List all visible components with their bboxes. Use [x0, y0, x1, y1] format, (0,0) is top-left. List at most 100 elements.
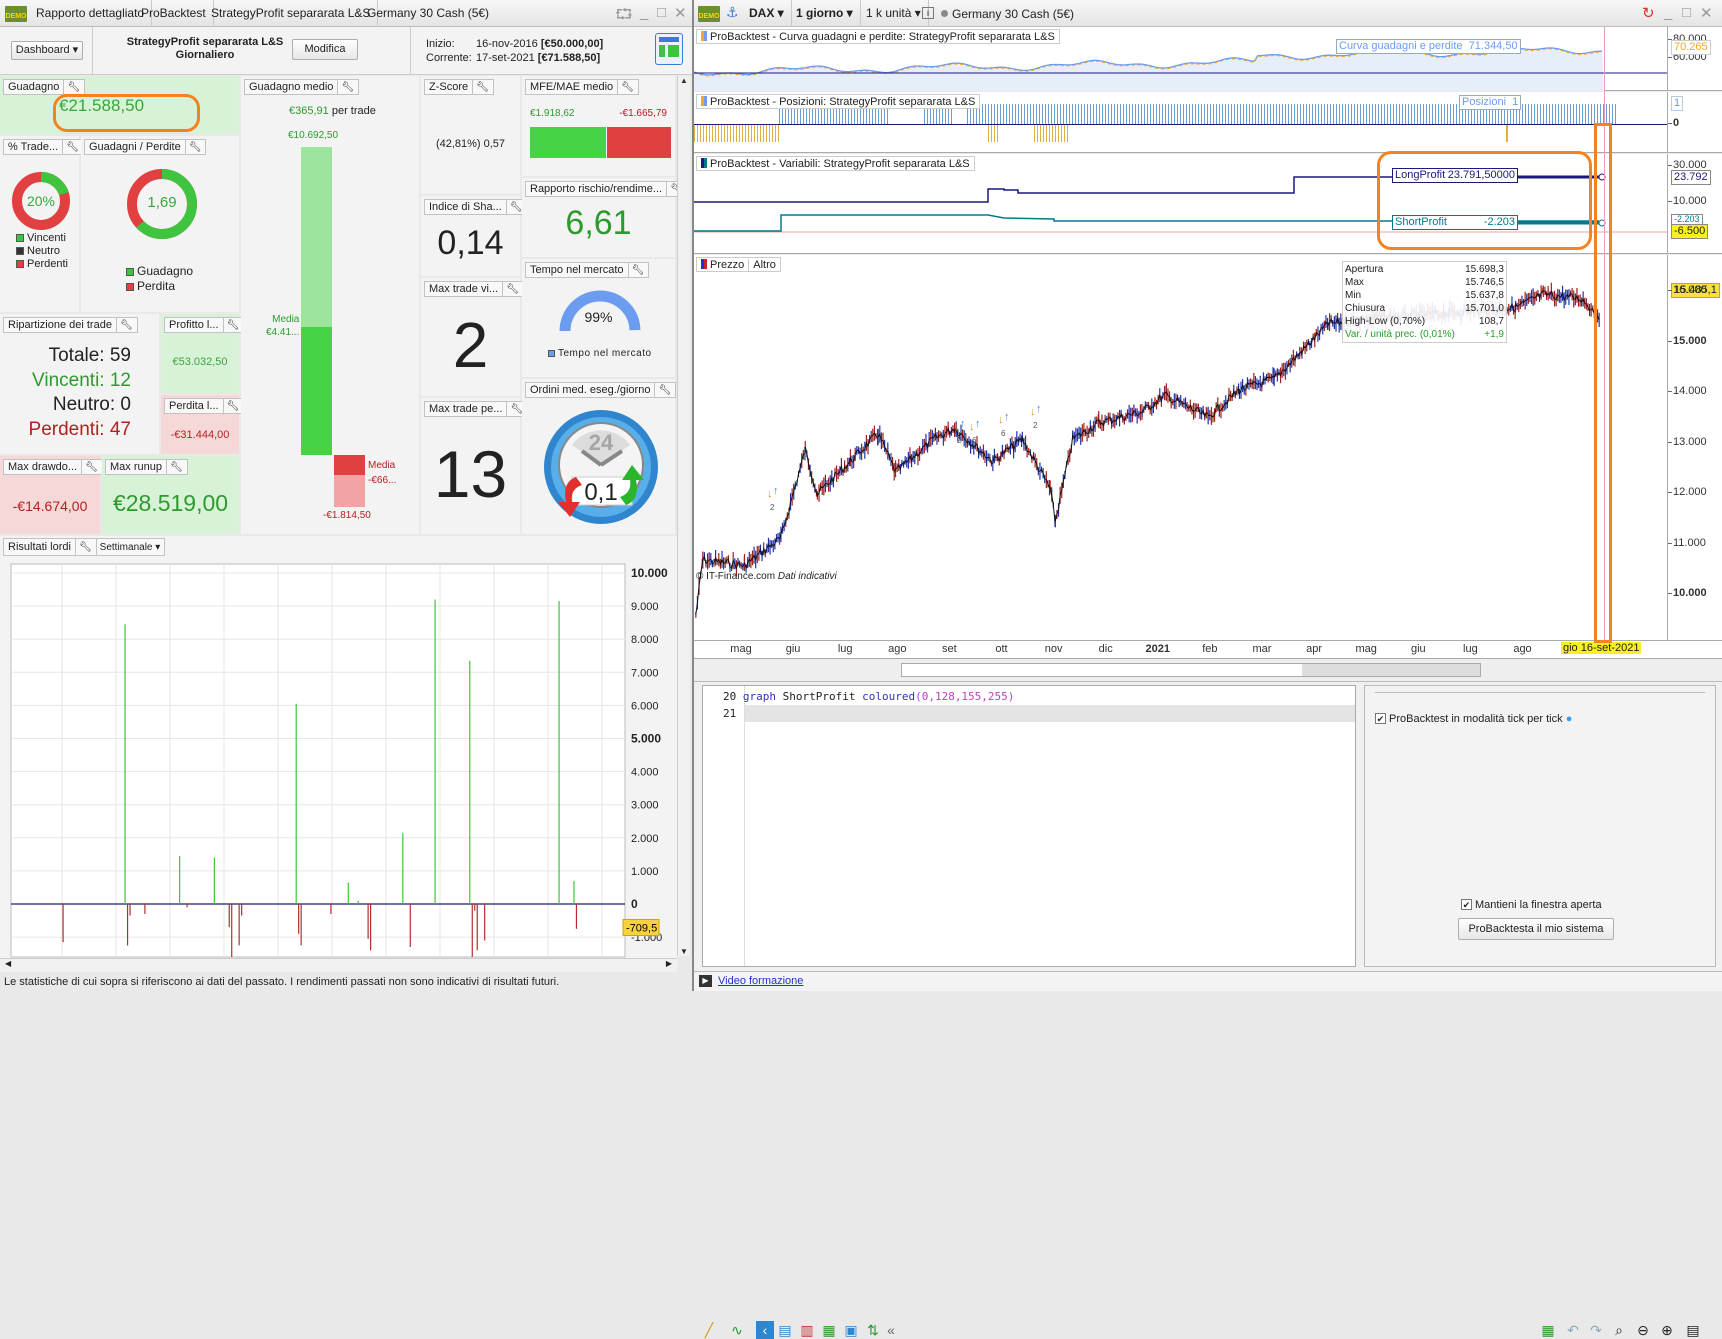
month-label: ott: [995, 643, 1008, 655]
zscore-widget: Z-Score 🔧︎ (42,81%) 0,57: [421, 76, 522, 196]
window-icon[interactable]: ▣: [842, 1321, 860, 1339]
loss-chip[interactable]: Perdita l... 🔧︎: [164, 398, 245, 414]
redo-icon[interactable]: ↷: [1587, 1321, 1605, 1339]
start-capital: [€50.000,00]: [540, 38, 604, 50]
report-settings-icon[interactable]: [655, 33, 683, 65]
avg-gain-chip[interactable]: Guadagno medio 🔧︎: [244, 79, 360, 95]
video-training-link[interactable]: Video formazione: [718, 975, 803, 987]
undo-icon[interactable]: ↶: [1564, 1321, 1582, 1339]
runup-chip[interactable]: Max runup 🔧︎: [105, 459, 188, 475]
calendar-icon[interactable]: ▦: [1539, 1321, 1557, 1339]
tab-price[interactable]: Prezzo: [697, 259, 750, 271]
tab-instrument[interactable]: Germany 30 Cash (5€): [360, 0, 496, 27]
timeframe-selector[interactable]: 1 giorno ▾: [789, 0, 861, 27]
month-label: set: [942, 643, 957, 655]
keep-open-option[interactable]: ✔ Mantieni la finestra aperta: [1461, 899, 1602, 911]
units-selector[interactable]: 1 k unità ▾: [859, 0, 929, 27]
wrench-icon[interactable]: 🔧︎: [617, 80, 634, 95]
minimize-icon[interactable]: _: [640, 4, 648, 21]
comment-icon[interactable]: ▤: [776, 1321, 794, 1339]
run-backtest-button[interactable]: ProBacktesta il mio sistema: [1458, 918, 1614, 940]
wrench-icon[interactable]: 🔧︎: [627, 263, 644, 278]
time-scrollbar[interactable]: [901, 663, 1481, 677]
tab-strategy[interactable]: StrategyProfit separarata L&S: [204, 0, 379, 27]
wrench-icon[interactable]: 🔧︎: [222, 318, 239, 333]
tooltip-row: Apertura 15.698,3: [1345, 264, 1504, 275]
buy-signal-icon: ↑: [1036, 403, 1042, 415]
info-icon[interactable]: i: [922, 7, 934, 19]
wrench-icon[interactable]: 🔧︎: [63, 80, 80, 95]
wrench-icon[interactable]: 🔧︎: [472, 80, 489, 95]
refresh-icon[interactable]: ↻: [1642, 4, 1655, 22]
link-icon[interactable]: ⚓︎: [726, 4, 739, 21]
modify-button[interactable]: Modifica: [292, 39, 358, 60]
wrench-icon[interactable]: 🔧︎: [505, 200, 522, 215]
tick-mode-option[interactable]: ✔ ProBacktest in modalità tick per tick ●: [1375, 713, 1572, 725]
code-editor[interactable]: 20 graph ShortProfit coloured(0,128,155,…: [702, 685, 1356, 967]
chart-tools: ╱ ∿ ‹ ▤ ▥ ▦ ▣ ⇅ « ▦ ↶ ↷ ⌕ ⊖ ⊕ ▤: [694, 659, 1722, 1339]
collapse-icon[interactable]: «: [882, 1321, 900, 1339]
instrument-selector[interactable]: DAX ▾: [742, 0, 792, 27]
wrench-icon[interactable]: 🔧︎: [62, 140, 79, 155]
drawdown-chip[interactable]: Max drawdo... 🔧︎: [3, 459, 103, 475]
tab-probacktest[interactable]: ProBacktest: [134, 0, 214, 27]
horizontal-scrollbar[interactable]: ◀ ▶: [0, 958, 677, 972]
mfe-chip[interactable]: MFE/MAE medio 🔧︎: [525, 79, 639, 95]
winrate-legend: Vincenti Neutro Perdenti: [16, 232, 68, 271]
wrench-icon[interactable]: 🔧︎: [222, 399, 239, 414]
breakdown-chip[interactable]: Ripartizione dei trade 🔧︎: [3, 317, 138, 333]
zscore-chip[interactable]: Z-Score 🔧︎: [424, 79, 494, 95]
gain-loss-label: Guadagni / Perdite: [89, 141, 181, 153]
orders-value: 0,1: [584, 479, 618, 506]
help-bubble-icon[interactable]: ●: [1566, 713, 1573, 725]
wrench-icon[interactable]: 🔧︎: [81, 460, 98, 475]
maximize-icon[interactable]: □: [657, 4, 666, 21]
wrench-icon[interactable]: 🔧︎: [115, 318, 133, 333]
maximize-icon[interactable]: □: [1682, 4, 1691, 21]
win-streak-chip[interactable]: Max trade vi... 🔧︎: [424, 281, 524, 297]
keep-open-checkbox[interactable]: ✔: [1461, 899, 1472, 910]
zoom-in-icon[interactable]: ⊕: [1658, 1321, 1676, 1339]
mae-bar: [607, 127, 671, 158]
wrench-icon[interactable]: 🔧︎: [506, 402, 523, 417]
orders-chip[interactable]: Ordini med. eseg./giorno 🔧︎: [525, 382, 677, 398]
sharpe-chip[interactable]: Indice di Sha... 🔧︎: [424, 199, 528, 215]
settings-icon[interactable]: ▤: [1684, 1321, 1702, 1339]
auto-zoom-icon[interactable]: ⌕: [1610, 1321, 1628, 1339]
axis-label: 12.000: [1668, 486, 1707, 498]
tab-other[interactable]: Altro: [749, 259, 780, 271]
backtest-icon[interactable]: ⇅: [864, 1321, 882, 1339]
wrench-icon[interactable]: 🔧︎: [654, 383, 671, 398]
pct-trade-chip[interactable]: % Trade... 🔧︎: [3, 139, 84, 155]
indicator-icon[interactable]: ∿: [728, 1321, 746, 1339]
avg-win-value: €4.41...: [266, 327, 300, 338]
share-icon[interactable]: ⮔: [615, 4, 633, 29]
timeframe-label: 1 giorno: [796, 6, 844, 20]
wrench-icon[interactable]: 🔧︎: [502, 282, 519, 297]
axis-label: 11.000: [1668, 536, 1706, 549]
price-panel: ↓↑2↓↑2↓↑6↓↑6↓↑2↓↑4 PrezzoAltro Apertura1…: [694, 255, 1722, 641]
minimize-icon[interactable]: _: [1664, 4, 1672, 21]
wrench-icon[interactable]: 🔧︎: [184, 140, 201, 155]
zoom-out-icon[interactable]: ⊖: [1634, 1321, 1652, 1339]
time-market-chip[interactable]: Tempo nel mercato 🔧︎: [525, 262, 650, 278]
gain-chip[interactable]: Guadagno 🔧︎: [3, 79, 86, 95]
left-vertical-scrollbar[interactable]: ▲ ▼: [677, 76, 690, 956]
report-icon[interactable]: ▥: [798, 1321, 816, 1339]
profit-chip[interactable]: Profitto l... 🔧︎: [164, 317, 245, 333]
tick-mode-checkbox[interactable]: ✔: [1375, 713, 1386, 724]
wrench-icon[interactable]: 🔧︎: [337, 80, 354, 95]
close-icon[interactable]: ✕: [1700, 4, 1713, 22]
risk-reward-chip[interactable]: Rapporto rischio/rendime...🔧︎: [525, 181, 688, 197]
drawing-tool-icon[interactable]: ╱: [700, 1321, 718, 1339]
close-icon[interactable]: ✕: [674, 4, 687, 22]
wrench-icon[interactable]: 🔧︎: [165, 460, 183, 475]
table-icon[interactable]: ▦: [820, 1321, 838, 1339]
share-icon[interactable]: ‹: [756, 1321, 774, 1339]
tooltip-row: Chiusura 15.701,0: [1345, 303, 1504, 314]
month-label: mar: [1252, 643, 1272, 655]
axis-label: 16.000: [1668, 284, 1707, 296]
loss-streak-chip[interactable]: Max trade pe... 🔧︎: [424, 401, 529, 417]
dashboard-dropdown[interactable]: Dashboard ▾: [11, 41, 83, 60]
gain-loss-chip[interactable]: Guadagni / Perdite 🔧︎: [84, 139, 207, 155]
